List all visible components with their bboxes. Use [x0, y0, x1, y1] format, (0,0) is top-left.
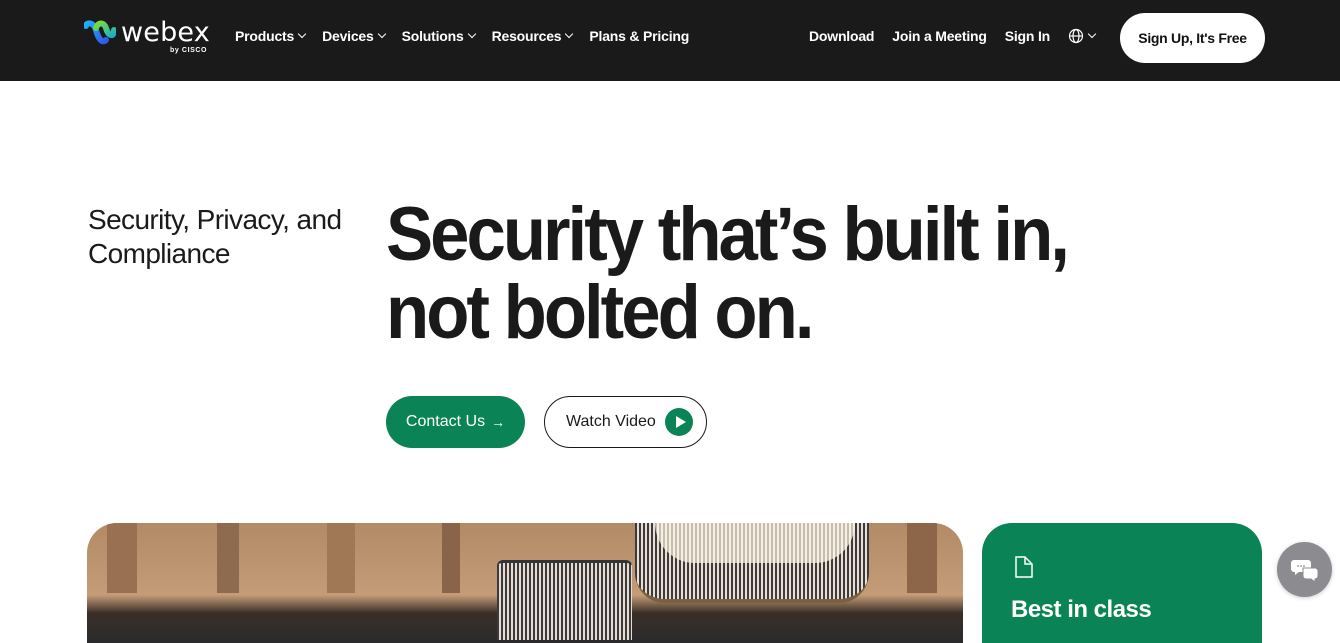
nav-resources[interactable]: Resources [491, 27, 574, 45]
lamp-glow [655, 523, 855, 563]
wood-panel [217, 523, 239, 593]
headline-line-2: not bolted on. [386, 270, 814, 355]
wood-panel [327, 523, 355, 593]
primary-nav: Products Devices Solutions Resources Pla… [235, 27, 706, 45]
feature-card[interactable]: Best in class [982, 523, 1262, 643]
wood-panel [107, 523, 137, 593]
nav-devices-label: Devices [322, 28, 374, 44]
top-navigation: webex by CISCO Products Devices Solution… [0, 0, 1340, 81]
wood-panel [442, 523, 460, 593]
language-selector[interactable] [1068, 27, 1097, 45]
chevron-down-icon [1087, 29, 1097, 39]
utility-nav: Download Join a Meeting Sign In [809, 27, 1113, 45]
pendant-lamp [635, 523, 869, 603]
globe-icon [1068, 28, 1084, 44]
chevron-down-icon [467, 29, 476, 39]
hero-image-lamps [87, 523, 963, 643]
nav-solutions-label: Solutions [401, 28, 464, 44]
nav-resources-label: Resources [491, 28, 562, 44]
contact-us-button[interactable]: Contact Us → [386, 396, 525, 448]
webex-logo[interactable]: webex by CISCO [84, 18, 210, 58]
logo-text: webex [121, 17, 210, 48]
chat-bubbles-icon [1290, 559, 1318, 583]
nav-devices[interactable]: Devices [322, 27, 386, 45]
arrow-right-icon: → [491, 414, 506, 430]
watch-video-button[interactable]: Watch Video [544, 396, 707, 448]
chevron-down-icon [565, 29, 574, 39]
nav-plans-pricing[interactable]: Plans & Pricing [589, 27, 689, 45]
document-icon [1015, 556, 1033, 578]
watch-video-label: Watch Video [566, 413, 656, 430]
sign-in-link[interactable]: Sign In [1005, 27, 1050, 45]
headline-line-1: Security that’s built in, [386, 192, 1070, 277]
play-icon [665, 408, 693, 436]
page-headline: Security that’s built in, not bolted on. [386, 196, 1223, 352]
download-link[interactable]: Download [809, 27, 874, 45]
nav-products-label: Products [235, 28, 295, 44]
nav-products[interactable]: Products [235, 27, 307, 45]
sign-up-button[interactable]: Sign Up, It's Free [1120, 13, 1265, 63]
logo-subtitle: by CISCO [170, 47, 208, 54]
pendant-lamp [497, 560, 632, 640]
webex-logo-icon [84, 20, 116, 45]
nav-solutions[interactable]: Solutions [401, 27, 476, 45]
wood-panel [907, 523, 937, 593]
chevron-down-icon [297, 29, 307, 39]
chat-widget-button[interactable] [1277, 542, 1332, 597]
card-title: Best in class [1011, 596, 1152, 623]
contact-us-label: Contact Us [405, 413, 486, 430]
chevron-down-icon [377, 29, 386, 39]
section-label: Security, Privacy, and Compliance [88, 204, 342, 269]
nav-plans-pricing-label: Plans & Pricing [589, 28, 690, 44]
join-meeting-link[interactable]: Join a Meeting [892, 27, 987, 45]
